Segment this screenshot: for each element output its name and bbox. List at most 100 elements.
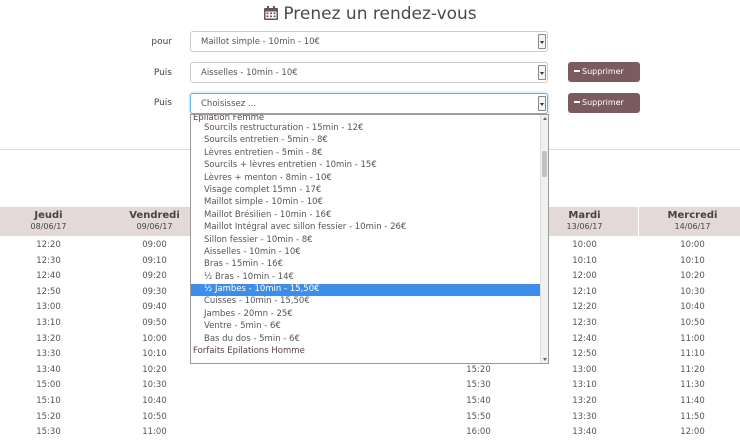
time-slot[interactable]: 15:50 <box>425 408 532 424</box>
dropdown-option[interactable]: Bras - 15min - 16€ <box>191 259 541 271</box>
dropdown-option[interactable]: Visage complet 15mn - 17€ <box>191 185 541 197</box>
time-slot[interactable]: 13:40 <box>0 361 102 377</box>
scroll-down-icon[interactable] <box>543 358 547 361</box>
time-slot[interactable]: 13:30 <box>0 345 102 361</box>
time-slot[interactable]: 11:20 <box>639 361 740 377</box>
minus-icon <box>574 101 580 103</box>
time-slot[interactable]: 15:30 <box>0 423 102 439</box>
time-slot <box>317 408 424 424</box>
time-slot <box>317 423 424 439</box>
service-dropdown-list[interactable]: Epilation Femme Sourcils restructuration… <box>190 114 549 364</box>
calendar-icon <box>263 5 279 26</box>
label-puis-2: Puis <box>153 98 172 108</box>
dropdown-option[interactable]: Sourcils + lèvres entretien - 10min - 15… <box>191 160 541 172</box>
time-slot[interactable]: 13:20 <box>531 392 638 408</box>
dropdown-option[interactable]: Jambes - 20mn - 25€ <box>191 309 541 321</box>
time-slot[interactable]: 10:30 <box>101 376 208 392</box>
dropdown-option[interactable]: Sourcils restructuration - 15min - 12€ <box>191 123 541 135</box>
time-slot[interactable]: 15:20 <box>0 408 102 424</box>
dropdown-option[interactable]: Maillot Intégral avec sillon fessier - 1… <box>191 222 541 234</box>
minus-icon <box>574 70 580 72</box>
dropdown-option[interactable]: Maillot simple - 10min - 10€ <box>191 197 541 209</box>
time-slot[interactable]: 12:40 <box>0 267 102 283</box>
time-slot[interactable]: 13:10 <box>531 376 638 392</box>
service-select-1[interactable]: Maillot simple - 10min - 10€ <box>190 31 548 52</box>
time-slot[interactable]: 10:10 <box>639 252 740 268</box>
time-slot[interactable]: 11:50 <box>639 408 740 424</box>
day-name: Mercredi <box>667 210 718 221</box>
dropdown-option[interactable]: Sillon fessier - 10min - 8€ <box>191 235 541 247</box>
time-slot[interactable]: 15:10 <box>0 392 102 408</box>
dropdown-option[interactable]: Maillot Brésilien - 10min - 16€ <box>191 210 541 222</box>
time-slot[interactable]: 10:00 <box>639 236 740 252</box>
time-slot[interactable]: 10:50 <box>639 314 740 330</box>
time-slot[interactable]: 15:40 <box>425 392 532 408</box>
dropdown-option[interactable]: Lèvres entretien - 5min - 8€ <box>191 148 541 160</box>
time-slot[interactable]: 13:20 <box>0 330 102 346</box>
time-slot[interactable]: 12:20 <box>0 236 102 252</box>
delete-button-2[interactable]: Supprimer <box>568 93 640 113</box>
service-select-2-value: Aisselles - 10min - 10€ <box>201 68 298 78</box>
time-slot[interactable]: 11:10 <box>639 345 740 361</box>
day-column: Mercredi 14/06/17 10:00 10:10 10:20 10:30 10:4… <box>639 207 740 439</box>
time-slot <box>317 376 424 392</box>
optgroup-label: Forfaits Epilations Homme <box>193 346 305 357</box>
time-slot[interactable]: 10:40 <box>639 298 740 314</box>
label-puis-1: Puis <box>153 68 172 78</box>
delete-button-label: Supprimer <box>582 67 624 76</box>
dropdown-options: Epilation Femme Sourcils restructuration… <box>191 115 541 358</box>
chevron-down-icon[interactable] <box>538 96 546 111</box>
dropdown-option[interactable]: Lèvres + menton - 8min - 10€ <box>191 173 541 185</box>
time-slot[interactable]: 10:20 <box>639 267 740 283</box>
delete-button-1[interactable]: Supprimer <box>568 62 640 82</box>
page-title: Prenez un rendez-vous <box>0 4 740 26</box>
day-name: Jeudi <box>34 210 63 221</box>
time-slot[interactable]: 11:00 <box>639 330 740 346</box>
day-header: Jeudi 08/06/17 <box>0 207 102 236</box>
time-slot[interactable]: 13:40 <box>531 423 638 439</box>
time-slot[interactable]: 10:30 <box>639 283 740 299</box>
chevron-down-icon[interactable] <box>538 34 546 49</box>
service-select-2[interactable]: Aisselles - 10min - 10€ <box>190 62 548 83</box>
time-slot[interactable]: 12:50 <box>0 283 102 299</box>
day-column: Jeudi 08/06/17 12:20 12:30 12:40 12:50 13:00 13… <box>0 207 102 439</box>
time-slot[interactable]: 13:10 <box>0 314 102 330</box>
dropdown-option[interactable]: Aisselles - 10min - 10€ <box>191 247 541 259</box>
dropdown-option[interactable]: ½ Jambes - 10min - 15,50€ <box>191 284 541 297</box>
label-pour: pour <box>151 37 172 47</box>
time-slot[interactable]: 10:50 <box>101 408 208 424</box>
time-slot[interactable]: 15:00 <box>0 376 102 392</box>
dropdown-scrollbar[interactable] <box>540 115 548 363</box>
dropdown-option[interactable]: ½ Bras - 10min - 14€ <box>191 272 541 284</box>
dropdown-option[interactable]: Bas du dos - 5min - 6€ <box>191 334 541 346</box>
service-select-3-value: Choisissez ... <box>201 99 257 109</box>
time-slot[interactable]: 12:00 <box>639 423 740 439</box>
day-date: 08/06/17 <box>30 222 67 231</box>
scrollbar-thumb[interactable] <box>542 151 547 177</box>
time-slot <box>209 392 316 408</box>
time-slot <box>209 423 316 439</box>
dropdown-option[interactable]: Ventre - 5min - 6€ <box>191 321 541 333</box>
time-slot[interactable]: 10:40 <box>101 392 208 408</box>
time-slot[interactable]: 11:00 <box>101 423 208 439</box>
dropdown-option[interactable]: Cuisses - 10min - 15,50€ <box>191 296 541 308</box>
time-slot[interactable]: 15:30 <box>425 376 532 392</box>
time-slot <box>209 408 316 424</box>
day-header: Mercredi 14/06/17 <box>639 207 740 236</box>
service-select-3[interactable]: Choisissez ... <box>190 93 548 114</box>
day-date: 14/06/17 <box>674 222 711 231</box>
time-slot[interactable]: 13:00 <box>0 298 102 314</box>
time-slot <box>317 392 424 408</box>
dropdown-option[interactable]: Sourcils entretien - 5min - 8€ <box>191 135 541 147</box>
time-slot[interactable]: 11:40 <box>639 392 740 408</box>
scroll-up-icon[interactable] <box>543 117 547 120</box>
time-slot[interactable]: 11:30 <box>639 376 740 392</box>
time-slot[interactable]: 13:30 <box>531 408 638 424</box>
title-text: Prenez un rendez-vous <box>283 4 477 24</box>
time-slot <box>209 376 316 392</box>
chevron-down-icon[interactable] <box>538 65 546 80</box>
optgroup-label: Epilation Femme <box>193 114 265 123</box>
time-slot[interactable]: 12:30 <box>0 252 102 268</box>
service-select-1-value: Maillot simple - 10min - 10€ <box>201 37 320 47</box>
time-slot[interactable]: 16:00 <box>425 423 532 439</box>
